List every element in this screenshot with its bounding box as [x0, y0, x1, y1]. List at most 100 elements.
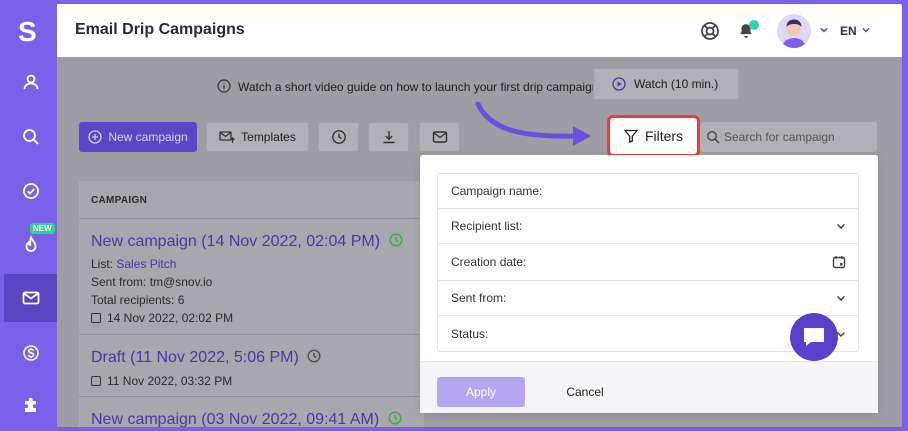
filter-label: Recipient list:: [451, 219, 523, 233]
campaign-title-text[interactable]: Draft (11 Nov 2022, 5:06 PM): [91, 349, 299, 366]
download-icon: [383, 131, 394, 144]
app-logo[interactable]: S: [18, 16, 44, 47]
sidebar: S NEW: [4, 4, 57, 427]
filter-label: Status:: [451, 326, 489, 341]
campaign-table: CAMPAIGN New campaign (14 Nov 2022, 02:0…: [79, 181, 424, 427]
campaign-search[interactable]: [700, 122, 877, 152]
campaign-title[interactable]: Draft (11 Nov 2022, 5:06 PM): [91, 349, 321, 367]
watch-video-label: Watch (10 min.): [634, 77, 719, 91]
flame-icon: [25, 235, 36, 252]
sidebar-item-billing[interactable]: [4, 329, 57, 377]
filter-campaign-name[interactable]: Campaign name:: [438, 174, 858, 209]
calendar-icon: [91, 313, 101, 323]
dollar-icon: [22, 345, 39, 361]
chevron-down-icon: [836, 295, 846, 302]
filters-footer: Apply Cancel: [420, 361, 878, 413]
language-selector[interactable]: EN: [840, 24, 857, 38]
mail-upload-icon: [219, 131, 236, 143]
chat-widget-button[interactable]: [790, 313, 838, 361]
campaign-recipients: Total recipients: 6: [91, 293, 184, 307]
campaign-title-text[interactable]: New campaign (03 Nov 2022, 09:41 AM): [91, 411, 379, 427]
app-frame: S NEW Email Drip Campaigns EN Watch a sh…: [4, 4, 902, 427]
email-button[interactable]: [419, 122, 460, 152]
active-status-icon: [388, 411, 402, 425]
help-button[interactable]: [697, 18, 723, 44]
filter-recipient-list[interactable]: Recipient list:: [438, 209, 858, 244]
table-row[interactable]: Draft (11 Nov 2022, 5:06 PM) 11 Nov 2022…: [79, 335, 424, 397]
chat-icon: [804, 328, 824, 346]
annotation-arrow: [475, 101, 591, 146]
sidebar-item-contacts[interactable]: [4, 58, 57, 106]
filter-label: Campaign name:: [451, 184, 543, 198]
chevron-down-icon[interactable]: [862, 26, 870, 34]
download-button[interactable]: [368, 122, 409, 152]
play-circle-icon: [612, 77, 626, 91]
check-circle-icon: [22, 183, 39, 199]
filter-creation-date[interactable]: Creation date:: [438, 244, 858, 281]
campaign-title[interactable]: New campaign (03 Nov 2022, 09:41 AM): [91, 411, 402, 427]
sidebar-item-integrations[interactable]: [4, 382, 57, 427]
puzzle-icon: [24, 397, 36, 412]
campaign-date-text: 14 Nov 2022, 02:02 PM: [107, 311, 234, 325]
search-icon: [706, 130, 720, 144]
campaign-sent-from: Sent from: tm@snov.io: [91, 275, 212, 289]
chevron-down-icon: [836, 223, 846, 230]
page-title: Email Drip Campaigns: [75, 21, 245, 38]
scheduled-button[interactable]: [318, 122, 359, 152]
funnel-icon: [623, 129, 638, 143]
column-header-campaign: CAMPAIGN: [91, 195, 148, 206]
clock-icon: [331, 130, 346, 144]
table-row[interactable]: New campaign (14 Nov 2022, 02:04 PM) Lis…: [79, 219, 424, 335]
sidebar-item-tasks[interactable]: [4, 167, 57, 215]
campaign-title[interactable]: New campaign (14 Nov 2022, 02:04 PM): [91, 233, 403, 251]
top-header: Email Drip Campaigns EN: [57, 4, 902, 57]
list-link[interactable]: Sales Pitch: [116, 257, 176, 271]
calendar-icon: [832, 256, 846, 269]
cancel-button[interactable]: Cancel: [555, 377, 615, 407]
new-campaign-label: New campaign: [108, 130, 188, 144]
search-icon: [22, 129, 39, 145]
sent-from-label: Sent from:: [91, 275, 147, 289]
clock-icon: [307, 349, 321, 363]
filter-label: Creation date:: [451, 255, 527, 269]
sent-from-value: tm@snov.io: [149, 275, 213, 289]
filter-label: Sent from:: [451, 291, 507, 305]
user-icon: [23, 74, 38, 90]
table-row[interactable]: New campaign (03 Nov 2022, 09:41 AM): [79, 397, 424, 427]
watch-video-button[interactable]: Watch (10 min.): [593, 68, 739, 100]
guide-text: Watch a short video guide on how to laun…: [238, 80, 599, 94]
lifebuoy-icon: [701, 22, 719, 40]
new-campaign-button[interactable]: New campaign: [79, 122, 197, 152]
filters-button[interactable]: Filters: [607, 115, 700, 157]
sidebar-item-search[interactable]: [4, 113, 57, 161]
calendar-icon: [91, 376, 101, 386]
campaign-title-text[interactable]: New campaign (14 Nov 2022, 02:04 PM): [91, 233, 380, 250]
campaign-date: 14 Nov 2022, 02:02 PM: [91, 311, 233, 325]
info-icon: [217, 79, 231, 93]
recipients-label: Total recipients:: [91, 293, 175, 307]
active-status-icon: [388, 233, 403, 247]
plus-circle-icon: [88, 130, 102, 144]
sidebar-item-campaigns[interactable]: [4, 274, 57, 322]
filter-sent-from[interactable]: Sent from:: [438, 281, 858, 316]
avatar[interactable]: [777, 14, 811, 48]
campaign-list: List: Sales Pitch: [91, 257, 176, 271]
recipients-value: 6: [177, 293, 185, 307]
filters-panel: Campaign name: Recipient list: Creation …: [420, 155, 878, 413]
chevron-down-icon[interactable]: [820, 26, 828, 34]
campaign-date: 11 Nov 2022, 03:32 PM: [91, 374, 232, 388]
filters-label: Filters: [644, 128, 684, 144]
campaign-date-text: 11 Nov 2022, 03:32 PM: [107, 374, 233, 388]
list-label: List:: [91, 257, 114, 271]
apply-button[interactable]: Apply: [437, 377, 525, 407]
table-header: CAMPAIGN: [79, 181, 424, 219]
notification-dot: [749, 20, 759, 30]
avatar-image: [782, 19, 806, 48]
notifications-button[interactable]: [733, 18, 759, 44]
templates-button[interactable]: Templates: [206, 122, 309, 152]
templates-label: Templates: [241, 130, 296, 144]
search-input[interactable]: [724, 122, 874, 152]
mail-icon: [22, 291, 39, 305]
mail-icon: [432, 131, 447, 143]
new-badge: NEW: [30, 223, 55, 234]
